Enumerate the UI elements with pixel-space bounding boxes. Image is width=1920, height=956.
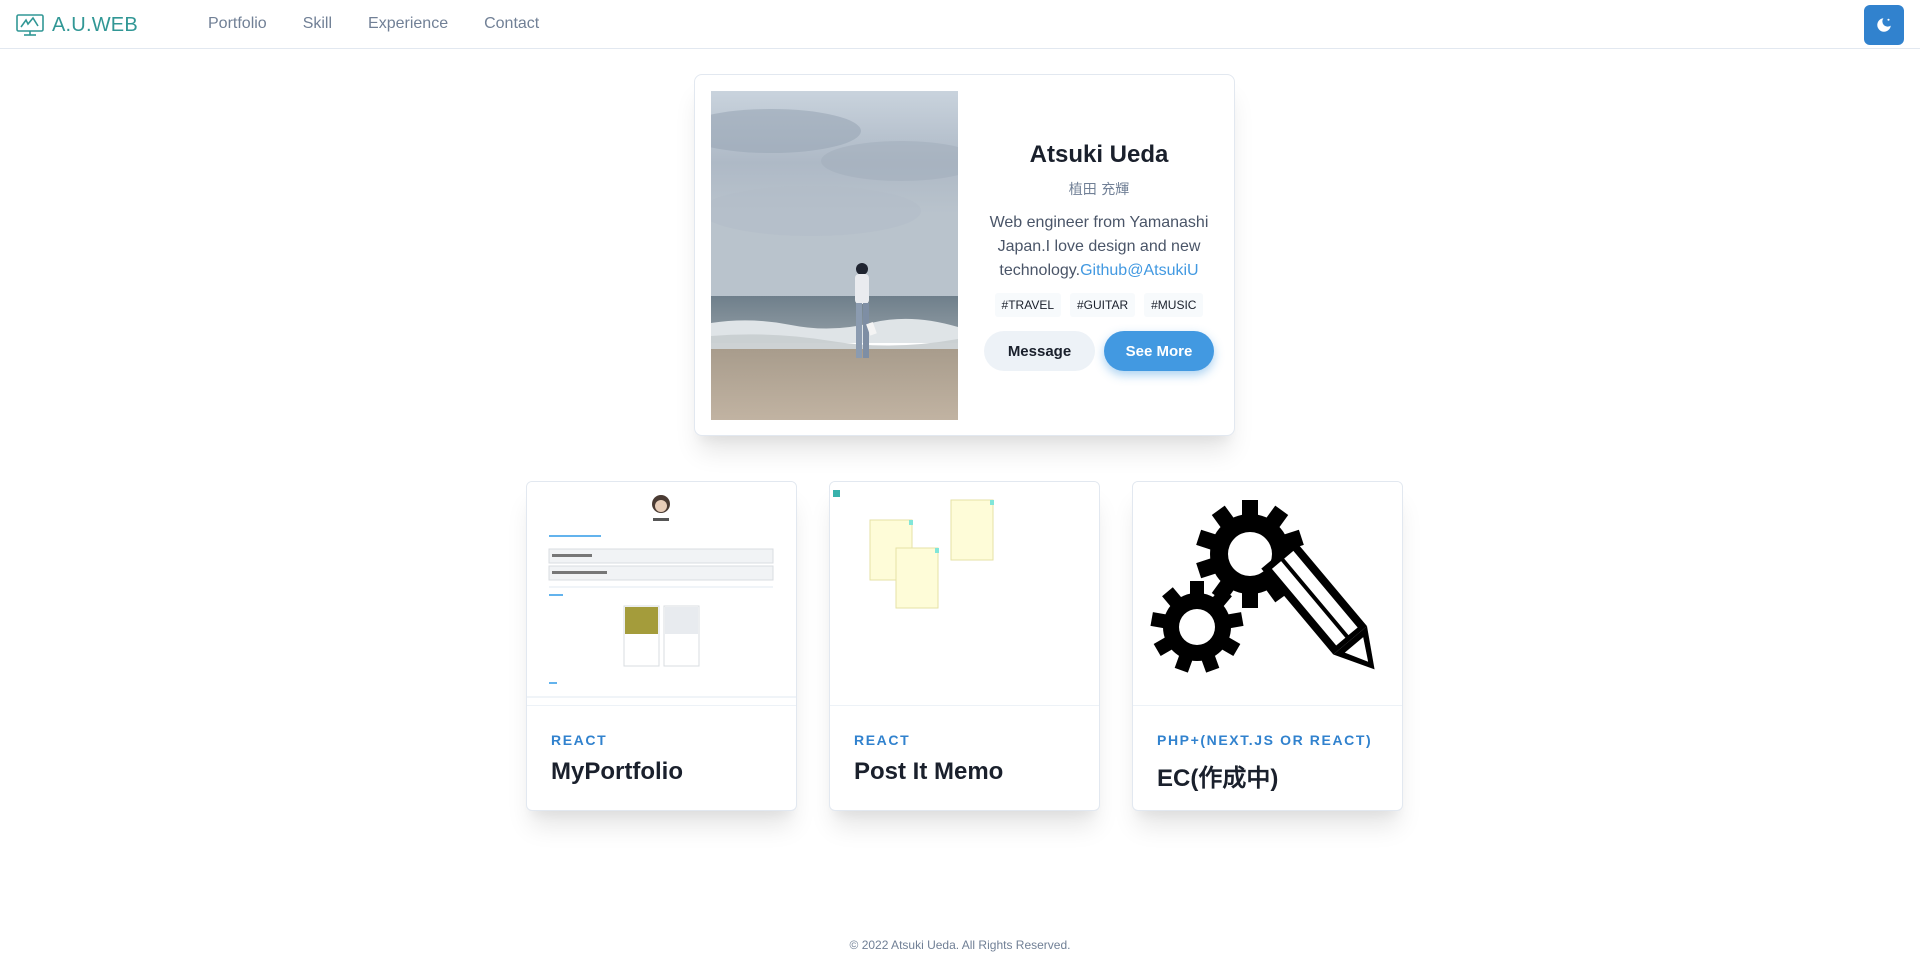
gears-pencil-image bbox=[1133, 482, 1402, 706]
tag-guitar: #GUITAR bbox=[1070, 293, 1136, 317]
card-category: REACT bbox=[551, 732, 608, 748]
profile-name-kana: 植田 充輝 bbox=[1068, 182, 1130, 198]
footer-copyright: © 2022 Atsuki Ueda. All Rights Reserved. bbox=[849, 938, 1071, 952]
main-nav: Portfolio Skill Experience Contact bbox=[208, 0, 575, 48]
monitor-icon bbox=[16, 14, 44, 36]
portfolio-card-ec[interactable]: PHP+(NEXT.JS OR REACT) EC(作成中) bbox=[1132, 481, 1403, 811]
site-header: A.U.WEB Portfolio Skill Experience Conta… bbox=[0, 0, 1920, 49]
card-title: Post It Memo bbox=[854, 758, 1004, 785]
nav-skill[interactable]: Skill bbox=[303, 15, 332, 33]
card-category: PHP+(NEXT.JS OR REACT) bbox=[1157, 732, 1373, 748]
profile-photo bbox=[711, 91, 958, 420]
profile-actions: Message See More bbox=[975, 331, 1223, 371]
tag-list: #TRAVEL #GUITAR #MUSIC bbox=[975, 293, 1223, 317]
moon-icon bbox=[1877, 18, 1891, 32]
nav-experience[interactable]: Experience bbox=[368, 15, 448, 33]
tag-travel: #TRAVEL bbox=[994, 293, 1061, 317]
logo-text: A.U.WEB bbox=[52, 13, 138, 36]
card-thumbnail bbox=[527, 482, 796, 706]
portfolio-card-post-it-memo[interactable]: REACT Post It Memo bbox=[829, 481, 1100, 811]
nav-contact[interactable]: Contact bbox=[484, 15, 539, 33]
card-thumbnail bbox=[830, 482, 1099, 706]
nav-portfolio[interactable]: Portfolio bbox=[208, 15, 267, 33]
card-title: MyPortfolio bbox=[551, 758, 683, 785]
tag-music: #MUSIC bbox=[1144, 293, 1204, 317]
card-title: EC(作成中) bbox=[1157, 765, 1279, 792]
card-category: REACT bbox=[854, 732, 911, 748]
github-link[interactable]: Github@AtsukiU bbox=[1080, 262, 1199, 279]
message-button[interactable]: Message bbox=[984, 331, 1095, 371]
profile-info: Atsuki Ueda 植田 充輝 Web engineer from Yama… bbox=[975, 91, 1223, 420]
portfolio-card-myportfolio[interactable]: REACT MyPortfolio bbox=[526, 481, 797, 811]
theme-toggle-button[interactable] bbox=[1864, 5, 1904, 45]
profile-bio: Web engineer from Yamanashi Japan.I love… bbox=[975, 211, 1223, 283]
profile-card: Atsuki Ueda 植田 充輝 Web engineer from Yama… bbox=[694, 74, 1235, 436]
see-more-button[interactable]: See More bbox=[1104, 331, 1214, 371]
site-logo[interactable]: A.U.WEB bbox=[16, 12, 138, 38]
profile-name: Atsuki Ueda bbox=[1029, 141, 1169, 168]
